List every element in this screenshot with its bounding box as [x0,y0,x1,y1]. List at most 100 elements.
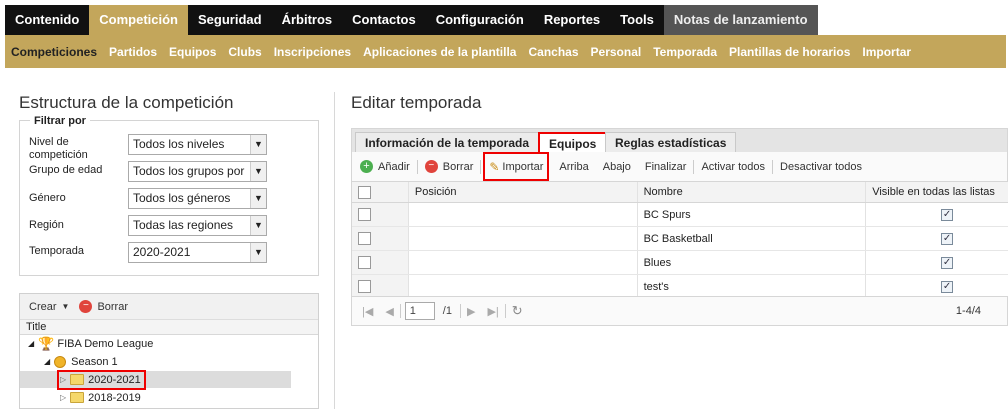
create-menu-button[interactable]: Crear ▼ [29,301,69,313]
visible-checkbox[interactable]: ✓ [941,208,954,221]
top-nav-item-notas[interactable]: Notas de lanzamiento [663,5,818,35]
row-checkbox[interactable] [358,208,371,221]
filter-label-gender: Género [29,192,66,204]
toolbar-separator [480,159,482,174]
refresh-icon[interactable]: ↻ [506,303,529,319]
filter-row-region: Región [29,219,129,232]
collapse-icon[interactable]: ◢ [28,339,34,348]
next-page-icon[interactable]: ▶ [461,305,481,318]
sub-nav-canchas[interactable]: Canchas [528,45,578,59]
grid-pager: |◀ ◀ 1 /1 ▶ ▶| ↻ 1-4/4 [351,296,1008,326]
sub-nav-personal[interactable]: Personal [591,45,642,59]
deactivate-all-button[interactable]: Desactivar todos [773,161,869,173]
visible-checkbox[interactable]: ✓ [941,232,954,245]
page-count: /1 [442,305,452,317]
filter-select-season[interactable]: 2020-2021 ▼ [128,242,267,263]
filter-select-region[interactable]: Todas las regiones ▼ [128,215,267,236]
medal-icon [54,355,67,368]
sub-nav-inscripciones[interactable]: Inscripciones [274,45,351,59]
top-nav-item-contactos[interactable]: Contactos [342,5,426,35]
sub-nav-clubs[interactable]: Clubs [228,45,261,59]
tree-node-label: Season 1 [71,355,118,368]
import-button[interactable]: ✎ Importar [483,152,550,181]
visible-checkbox[interactable]: ✓ [941,280,954,293]
select-all-checkbox[interactable] [358,185,371,199]
delete-label: Borrar [442,160,474,173]
row-select-cell [352,275,409,298]
cell-name: Blues [638,251,867,274]
cell-name: BC Spurs [638,203,867,226]
cell-position [409,251,638,274]
filter-select-level[interactable]: Todos los niveles ▼ [128,134,267,155]
expand-icon[interactable]: ▷ [60,393,66,402]
tab-strip: Información de la temporada Equipos Regl… [351,128,1008,153]
first-page-icon[interactable]: |◀ [352,305,379,318]
table-row[interactable]: Blues ✓ [352,251,1008,275]
last-page-icon[interactable]: ▶| [481,305,504,318]
tab-season-info[interactable]: Información de la temporada [355,132,540,153]
top-nav-item-arbitros[interactable]: Árbitros [272,5,343,35]
caret-down-icon: ▼ [61,302,70,311]
tree-node-league[interactable]: ◢ 🏆 FIBA Demo League [28,335,153,352]
tab-equipos[interactable]: Equipos [538,132,608,153]
tree-delete-button[interactable]: − Borrar [79,300,128,313]
tree-node-2018-2019[interactable]: ▷ 2018-2019 [60,389,141,406]
sub-nav-competiciones[interactable]: Competiciones [11,45,97,59]
tree-toolbar: Crear ▼ − Borrar [20,294,318,320]
filter-select-gender[interactable]: Todos los géneros ▼ [128,188,267,209]
magic-wand-icon: ✎ [489,159,500,174]
sub-nav-plantillas[interactable]: Plantillas de horarios [729,45,850,59]
down-button[interactable]: Abajo [596,161,638,173]
prev-page-icon[interactable]: ◀ [379,305,399,318]
up-button[interactable]: Arriba [552,161,595,173]
column-header-visible[interactable]: Visible en todas las listas [866,182,1008,202]
top-nav-item-seguridad[interactable]: Seguridad [188,5,272,35]
expand-icon[interactable]: ▷ [60,375,66,384]
tree-column-header: Title [20,320,318,335]
top-nav-item-configuracion[interactable]: Configuración [426,5,534,35]
sub-nav-partidos[interactable]: Partidos [109,45,157,59]
top-nav-item-contenido[interactable]: Contenido [5,5,89,35]
finish-button[interactable]: Finalizar [638,161,694,173]
tree-node-label: 2020-2021 [88,373,141,386]
delete-button[interactable]: − Borrar [418,160,481,173]
cell-position [409,203,638,226]
sub-nav-temporada[interactable]: Temporada [653,45,717,59]
tree-node-season[interactable]: ◢ Season 1 [44,353,118,370]
chevron-down-icon: ▼ [250,216,266,235]
table-row[interactable]: BC Spurs ✓ [352,203,1008,227]
filter-row-gender: Género [29,192,129,205]
column-header-position[interactable]: Posición [409,182,638,202]
row-checkbox[interactable] [358,232,371,245]
top-nav: Contenido Competición Seguridad Árbitros… [5,5,818,35]
page-input[interactable]: 1 [404,302,435,320]
column-header-name[interactable]: Nombre [638,182,867,202]
add-button[interactable]: + Añadir [352,160,417,173]
chevron-down-icon: ▼ [250,243,266,262]
sub-nav-equipos[interactable]: Equipos [169,45,216,59]
filter-select-age[interactable]: Todos los grupos por ▼ [128,161,267,182]
collapse-icon[interactable]: ◢ [44,357,50,366]
top-nav-item-tools[interactable]: Tools [610,5,664,35]
sub-nav-aplicaciones[interactable]: Aplicaciones de la plantilla [363,45,516,59]
tree-node-2020-2021[interactable]: ▷ 2020-2021 [20,369,291,390]
tree-node-label: FIBA Demo League [57,337,154,350]
top-nav-item-competicion[interactable]: Competición [89,5,188,35]
cell-visible: ✓ [866,251,1008,274]
chevron-down-icon: ▼ [250,189,266,208]
filter-select-age-value: Todos los grupos por [133,164,245,178]
trophy-icon: 🏆 [38,335,55,351]
activate-all-button[interactable]: Activar todos [694,161,772,173]
filter-select-gender-value: Todos los géneros [133,191,231,205]
sub-nav-importar[interactable]: Importar [862,45,911,59]
grid-toolbar: + Añadir − Borrar ✎ Importar Arriba Abaj… [351,152,1008,182]
table-row[interactable]: BC Basketball ✓ [352,227,1008,251]
sub-nav: Competiciones Partidos Equipos Clubs Ins… [5,35,1006,68]
import-label: Importar [502,160,544,173]
top-nav-item-reportes[interactable]: Reportes [534,5,610,35]
folder-icon [70,392,85,403]
tab-stat-rules[interactable]: Reglas estadísticas [605,132,737,153]
row-checkbox[interactable] [358,256,371,269]
visible-checkbox[interactable]: ✓ [941,256,954,269]
row-checkbox[interactable] [358,280,371,293]
